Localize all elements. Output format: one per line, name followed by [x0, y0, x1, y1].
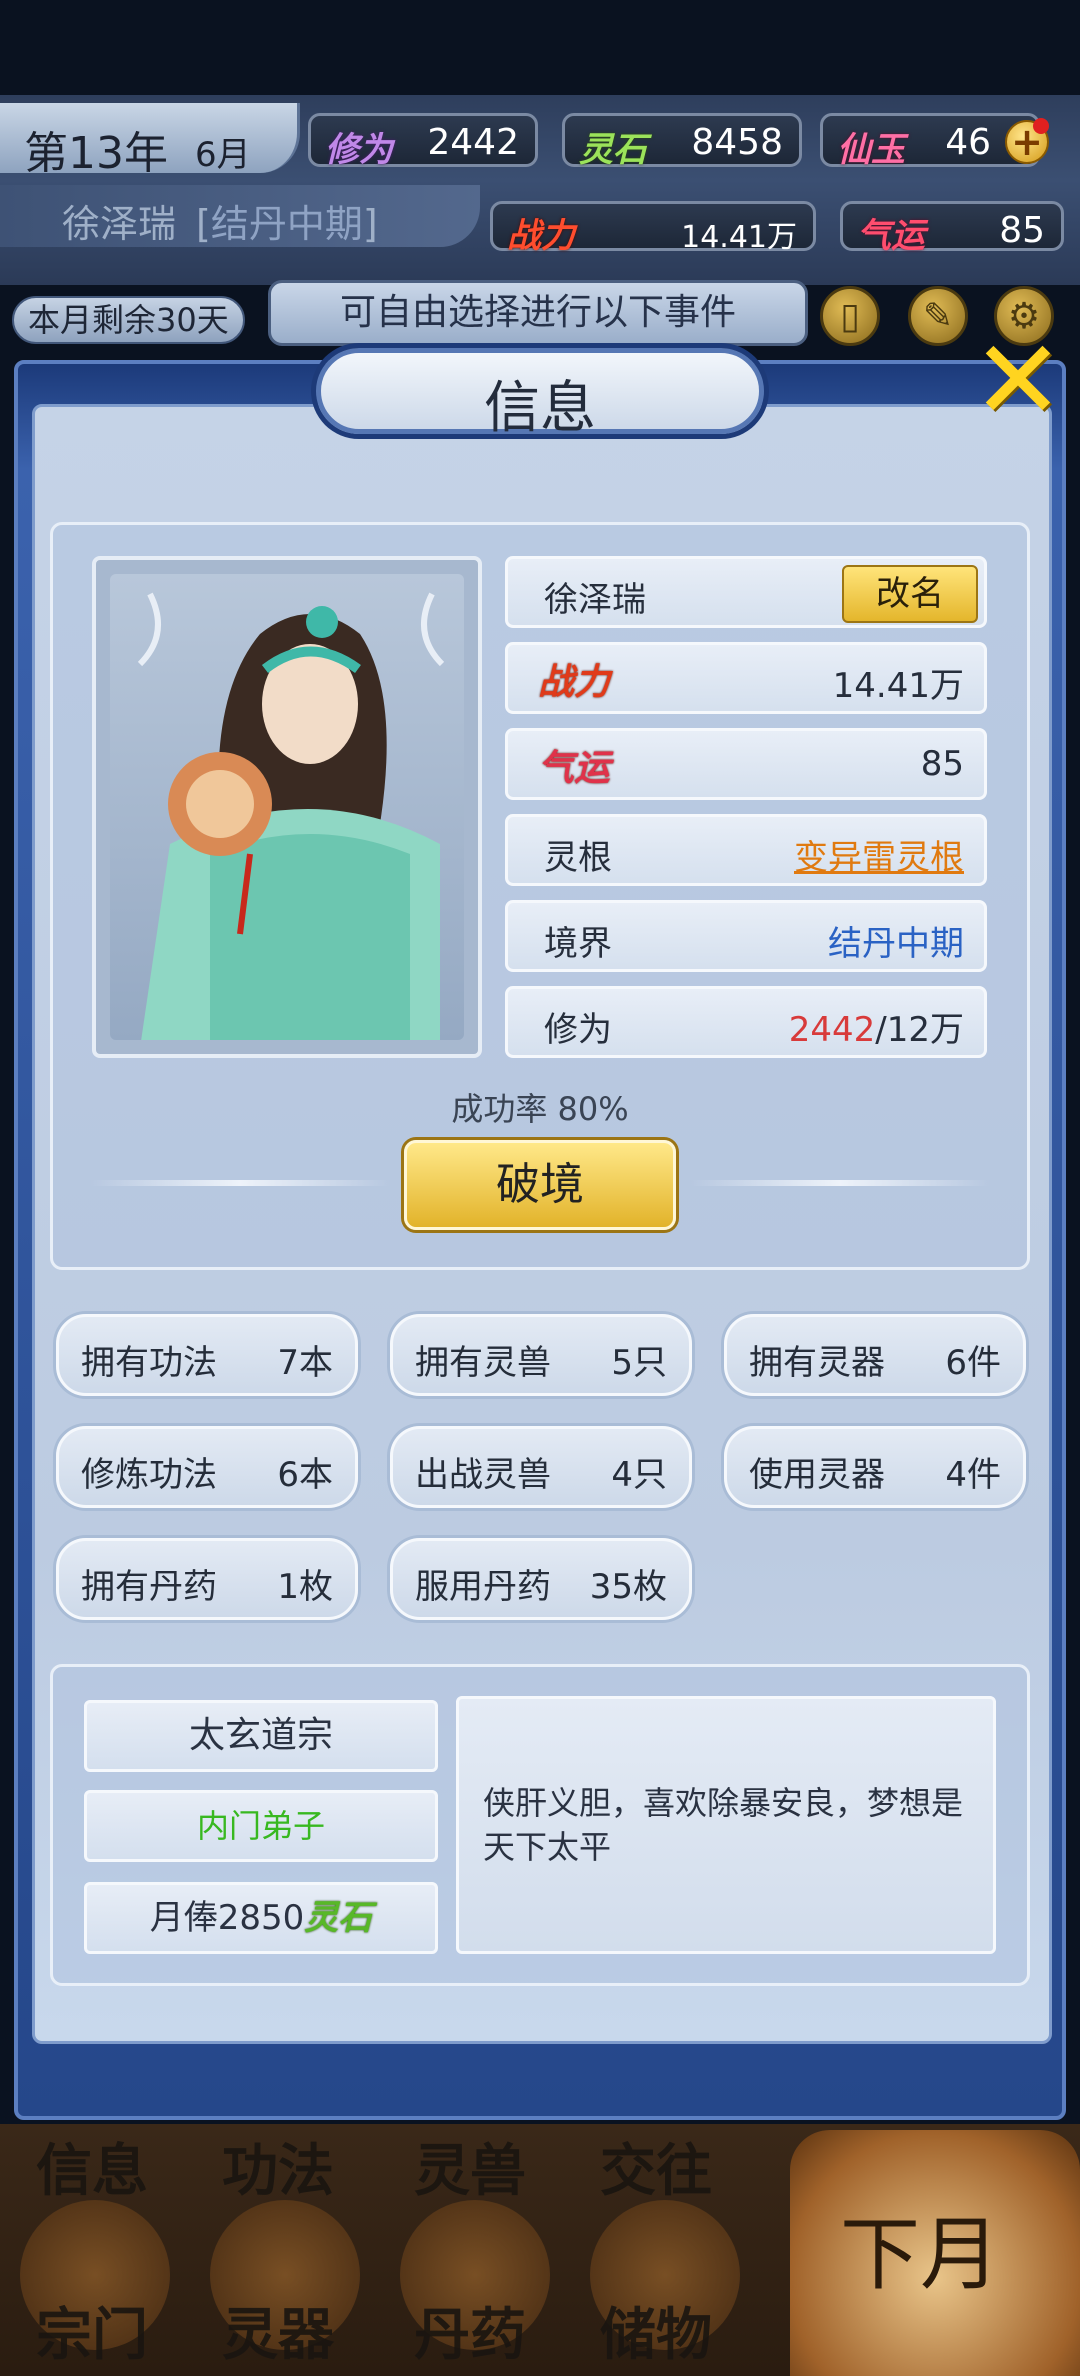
clan-salary: 月俸2850灵石 [84, 1882, 438, 1954]
stat-consumed-pills[interactable]: 服用丹药 35枚 [390, 1538, 692, 1620]
stat-label: 拥有灵器 [749, 1343, 885, 1383]
cultivation-counter: 修为 2442 [308, 113, 538, 170]
screen: 第13年 6月 修为 2442 灵石 8458 仙玉 46 + 徐泽瑞 [结丹中… [0, 0, 1080, 2376]
spirit-stone-counter: 灵石 8458 [562, 113, 802, 170]
jade-value: 46 [945, 122, 991, 163]
nav-techniques[interactable]: 功法 [222, 2126, 334, 2207]
stat-label: 使用灵器 [749, 1455, 885, 1495]
top-hud: 第13年 6月 修为 2442 灵石 8458 仙玉 46 + 徐泽瑞 [结丹中… [0, 95, 1080, 285]
name-row: 徐泽瑞 改名 [505, 556, 987, 628]
stat-value: 6件 [945, 1343, 1001, 1383]
year-label: 第13年 [24, 128, 168, 179]
stat-label: 修炼功法 [81, 1455, 217, 1495]
spirit-root-label: 灵根 [544, 838, 612, 878]
character-realm: [结丹中期] [196, 202, 378, 246]
cultivation-row: 修为 2442/12万 [505, 986, 987, 1058]
stat-practiced-techniques[interactable]: 修炼功法 6本 [56, 1426, 358, 1508]
realm-value: 结丹中期 [828, 924, 964, 964]
spirit-stone-label: 灵石 [579, 130, 647, 170]
spirit-stone-value: 8458 [691, 122, 783, 163]
nav-relations[interactable]: 交往 [600, 2126, 712, 2207]
nav-pills[interactable]: 丹药 [414, 2290, 526, 2371]
character-description: 侠肝义胆，喜欢除暴安良，梦想是天下太平 [483, 1784, 964, 1866]
stat-used-artifacts[interactable]: 使用灵器 4件 [724, 1426, 1026, 1508]
breakthrough-button[interactable]: 破境 [404, 1140, 676, 1230]
realm-row: 境界 结丹中期 [505, 900, 987, 972]
power-label: 战力 [538, 661, 611, 703]
next-month-button[interactable]: 下月 [790, 2130, 1080, 2376]
month-label: 6月 [195, 135, 251, 175]
power-label: 战力 [507, 216, 575, 256]
compass-icon[interactable]: ✎ [908, 286, 968, 346]
modal-title: 信息 [484, 376, 596, 441]
nav-info[interactable]: 信息 [36, 2126, 148, 2207]
stat-battle-beasts[interactable]: 出战灵兽 4只 [390, 1426, 692, 1508]
divider-left [90, 1180, 390, 1186]
clan-rank: 内门弟子 [84, 1790, 438, 1862]
stat-label: 出战灵兽 [415, 1455, 551, 1495]
stat-value: 6本 [277, 1455, 333, 1495]
luck-value: 85 [920, 744, 964, 784]
power-counter: 战力 14.41万 [490, 201, 816, 256]
jade-label: 仙玉 [837, 130, 905, 170]
event-prompt: 可自由选择进行以下事件 [268, 280, 808, 346]
jade-counter: 仙玉 46 + [820, 113, 1049, 170]
nav-storage[interactable]: 储物 [600, 2290, 712, 2371]
stat-value: 7本 [277, 1343, 333, 1383]
character-name-bar: 徐泽瑞 [结丹中期] [0, 185, 480, 247]
stat-label: 拥有灵兽 [415, 1343, 551, 1383]
stat-value: 1枚 [277, 1567, 333, 1607]
next-month-label: 下月 [840, 2208, 1000, 2301]
cultivator-portrait-icon [137, 592, 445, 1040]
days-remaining-badge: 本月剩余30天 [12, 296, 245, 344]
power-value: 14.41万 [681, 220, 797, 255]
name-value: 徐泽瑞 [544, 580, 646, 620]
realm-label: 境界 [544, 924, 612, 964]
stat-value: 4只 [611, 1455, 667, 1495]
spirit-root-row: 灵根 变异雷灵根 [505, 814, 987, 886]
stat-label: 拥有功法 [81, 1343, 217, 1383]
stat-value: 4件 [945, 1455, 1001, 1495]
cultivation-label: 修为 [325, 130, 393, 170]
character-portrait [92, 556, 482, 1058]
stat-label: 拥有丹药 [81, 1567, 217, 1607]
cultivation-progress: 2442/12万 [788, 1010, 964, 1050]
stat-owned-techniques[interactable]: 拥有功法 7本 [56, 1314, 358, 1396]
cultivation-value: 2442 [427, 122, 519, 163]
stat-value: 5只 [611, 1343, 667, 1383]
character-description-box: 侠肝义胆，喜欢除暴安良，梦想是天下太平 [456, 1696, 996, 1954]
luck-value: 85 [999, 210, 1045, 251]
stat-value: 35枚 [589, 1567, 667, 1607]
divider-right [690, 1180, 990, 1186]
luck-row: 气运 85 [505, 728, 987, 800]
notification-dot [1033, 118, 1049, 134]
close-icon[interactable]: ✕ [968, 325, 1068, 440]
nav-artifacts[interactable]: 灵器 [222, 2290, 334, 2371]
stat-owned-artifacts[interactable]: 拥有灵器 6件 [724, 1314, 1026, 1396]
spirit-root-link[interactable]: 变异雷灵根 [794, 830, 964, 879]
power-value: 14.41万 [832, 666, 964, 706]
luck-label: 气运 [538, 747, 611, 789]
scroll-icon[interactable]: ▯ [820, 286, 880, 346]
nav-beasts[interactable]: 灵兽 [414, 2126, 526, 2207]
cultivation-label: 修为 [544, 1010, 612, 1050]
stat-owned-beasts[interactable]: 拥有灵兽 5只 [390, 1314, 692, 1396]
rename-button[interactable]: 改名 [842, 565, 978, 623]
add-jade-button[interactable]: + [1005, 118, 1049, 164]
portrait-image [110, 574, 464, 1040]
stat-owned-pills[interactable]: 拥有丹药 1枚 [56, 1538, 358, 1620]
date-panel: 第13年 6月 [0, 103, 300, 179]
luck-counter: 气运 85 [840, 201, 1064, 256]
power-row: 战力 14.41万 [505, 642, 987, 714]
nav-clan[interactable]: 宗门 [36, 2290, 148, 2371]
clan-name: 太玄道宗 [84, 1700, 438, 1772]
luck-label: 气运 [857, 216, 925, 256]
modal-title-plate: 信息 [316, 348, 764, 441]
success-rate: 成功率 80% [451, 1090, 629, 1128]
character-name: 徐泽瑞 [62, 202, 177, 246]
spirit-stone-label: 灵石 [304, 1898, 373, 1938]
stat-label: 服用丹药 [415, 1567, 551, 1607]
